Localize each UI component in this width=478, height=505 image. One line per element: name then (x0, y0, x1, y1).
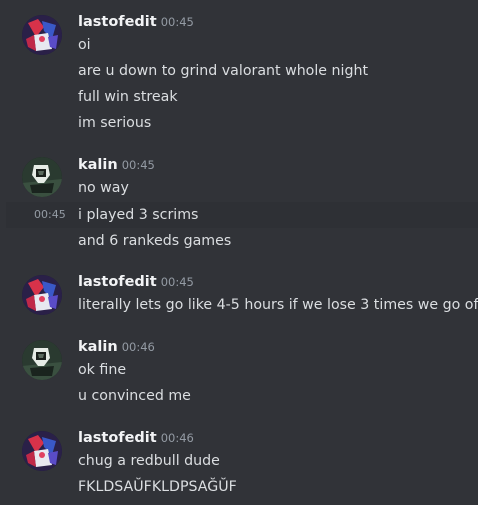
lastofedit-avatar[interactable] (22, 275, 62, 315)
message-timestamp: 00:45 (160, 15, 194, 29)
author-name[interactable]: lastofedit 00:46 (78, 430, 194, 446)
message-text: are u down to grind valorant whole night (78, 63, 369, 79)
author-name[interactable]: lastofedit 00:45 (78, 14, 194, 30)
lastofedit-avatar[interactable] (22, 431, 62, 471)
kalin-avatar[interactable] (22, 157, 62, 197)
author-label[interactable]: lastofedit (78, 14, 157, 30)
message-timestamp: 00:45 (160, 275, 194, 289)
author-label[interactable]: lastofedit (78, 274, 157, 290)
message-text: literally lets go like 4-5 hours if we l… (78, 297, 478, 313)
lastofedit-avatar[interactable] (22, 15, 62, 55)
message-text: u convinced me (78, 388, 191, 404)
author-label[interactable]: kalin (78, 157, 118, 173)
hover-timestamp: 00:45 (34, 208, 66, 221)
message-timestamp: 00:46 (121, 340, 155, 354)
message-timestamp: 00:45 (121, 158, 155, 172)
author-label[interactable]: lastofedit (78, 430, 157, 446)
message-text: no way (78, 180, 129, 196)
message-timestamp: 00:46 (160, 431, 194, 445)
message-text: ok fine (78, 362, 127, 378)
author-name[interactable]: kalin 00:45 (78, 157, 155, 173)
message-text: im serious (78, 115, 152, 131)
message-text: FKLDSAŬFKLDPSAĞŬF (78, 479, 237, 495)
message-text: i played 3 scrims (78, 207, 199, 223)
message-text: chug a redbull dude (78, 453, 220, 469)
author-label[interactable]: kalin (78, 339, 118, 355)
author-name[interactable]: kalin 00:46 (78, 339, 155, 355)
kalin-avatar[interactable] (22, 340, 62, 380)
message-text: full win streak (78, 89, 178, 105)
author-name[interactable]: lastofedit 00:45 (78, 274, 194, 290)
chat-message-list: lastofedit 00:45 oi are u down to grind v… (0, 0, 478, 505)
message-text: and 6 rankeds games (78, 233, 232, 249)
message-text: oi (78, 37, 91, 53)
